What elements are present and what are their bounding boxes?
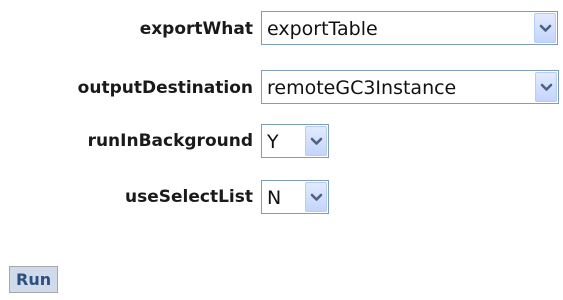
output-destination-dropdown-button[interactable] <box>535 72 557 102</box>
field-row-output-destination: outputDestination <box>0 77 253 115</box>
field-row-export-what: exportWhat <box>0 18 253 56</box>
export-what-label: exportWhat <box>139 19 253 39</box>
field-row-run-in-background: runInBackground <box>0 130 253 168</box>
run-button[interactable]: Run <box>9 266 59 293</box>
use-select-list-label: useSelectList <box>125 187 253 207</box>
chevron-down-icon <box>310 137 323 145</box>
output-destination-label: outputDestination <box>77 78 253 98</box>
run-in-background-value: Y <box>267 131 279 153</box>
use-select-list-dropdown-button[interactable] <box>305 182 327 212</box>
use-select-list-select[interactable]: N <box>261 180 329 214</box>
output-destination-select[interactable]: remoteGC3Instance <box>261 70 559 104</box>
chevron-down-icon <box>540 83 553 91</box>
use-select-list-value: N <box>267 187 282 209</box>
chevron-down-icon <box>310 193 323 201</box>
field-row-use-select-list: useSelectList <box>0 186 253 224</box>
output-destination-value: remoteGC3Instance <box>267 77 457 99</box>
export-what-dropdown-button[interactable] <box>534 13 556 43</box>
export-what-value: exportTable <box>267 18 378 40</box>
chevron-down-icon <box>539 24 552 32</box>
run-in-background-label: runInBackground <box>87 131 253 151</box>
run-in-background-dropdown-button[interactable] <box>305 126 327 156</box>
export-what-select[interactable]: exportTable <box>261 11 558 45</box>
run-in-background-select[interactable]: Y <box>261 124 329 158</box>
